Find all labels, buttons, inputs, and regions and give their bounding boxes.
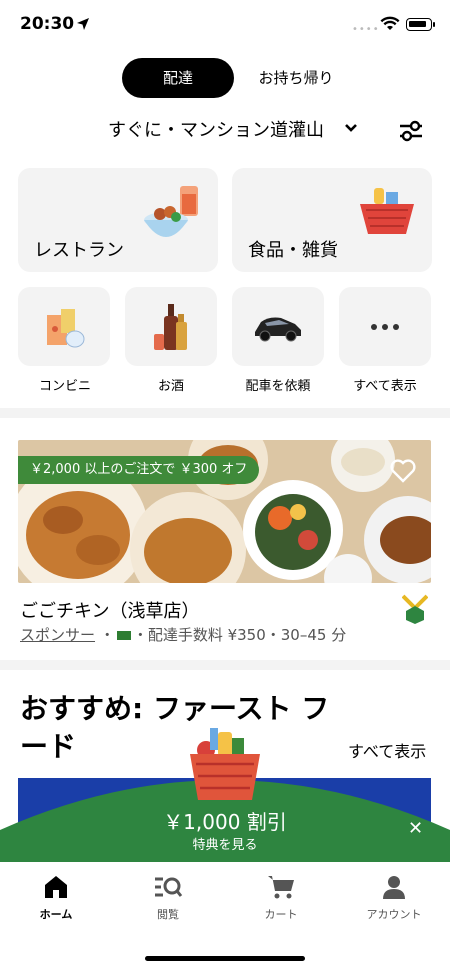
chevron-down-icon[interactable]	[344, 122, 358, 134]
delivery-tab[interactable]: 配達	[122, 58, 234, 98]
ticket-icon	[116, 631, 131, 640]
delivery-address[interactable]: すぐに・マンション道灌山	[108, 116, 324, 142]
section-divider	[0, 660, 450, 670]
see-all-link[interactable]: すべて表示	[348, 738, 426, 762]
status-time: 20:30	[20, 14, 75, 34]
home-indicator	[145, 956, 305, 961]
status-bar: 20:30 ••••	[0, 0, 450, 50]
tab-home-label: ホーム	[39, 908, 73, 921]
category-grocery-label: 食品・雑貨	[248, 240, 338, 261]
category-convenience-label: コンビニ	[38, 379, 91, 394]
alcohol-bottles-icon	[154, 303, 187, 350]
category-alcohol[interactable]	[125, 287, 217, 366]
category-ride[interactable]	[232, 287, 324, 366]
pickup-tab[interactable]: お持ち帰り	[240, 58, 352, 98]
tab-account-label: アカウント	[366, 908, 422, 921]
signal-icon: ••••	[352, 24, 380, 35]
category-see-all-label: すべて表示	[353, 379, 417, 394]
category-restaurant[interactable]: レストラン	[18, 168, 218, 272]
category-ride-label: 配車を依頼	[245, 379, 311, 394]
section-title: おすすめ: ファースト フード	[20, 692, 330, 763]
category-grocery[interactable]: 食品・雑貨	[232, 168, 432, 272]
browse-icon	[155, 877, 183, 897]
tab-browse-label: 閲覧	[157, 908, 179, 921]
store-name[interactable]: ごごチキン（浅草店）	[20, 597, 199, 623]
category-restaurant-label: レストラン	[34, 240, 124, 261]
section-divider	[0, 408, 450, 418]
car-icon	[255, 317, 301, 341]
tab-cart[interactable]: カート	[225, 872, 337, 922]
account-icon	[383, 876, 405, 899]
tab-cart-label: カート	[264, 908, 298, 921]
convenience-store-icon	[47, 308, 85, 347]
store-promo-badge: ￥2,000 以上のご注文で ￥300 オフ	[18, 456, 260, 484]
close-icon[interactable]: ✕	[408, 818, 423, 839]
category-alcohol-label: お酒	[157, 379, 184, 394]
cart-icon	[268, 876, 294, 899]
heart-icon[interactable]	[390, 459, 416, 483]
home-icon	[45, 876, 67, 898]
tab-home[interactable]: ホーム	[0, 872, 112, 922]
tab-account[interactable]: アカウント	[338, 872, 450, 922]
tab-browse[interactable]: 閲覧	[112, 872, 224, 922]
promo-amount: ￥1,000 割引	[163, 810, 287, 834]
grocery-basket-icon	[360, 188, 414, 234]
promo-subtitle[interactable]: 特典を見る	[0, 834, 450, 853]
category-convenience[interactable]	[18, 287, 110, 366]
store-delivery-info: ・配達手数料 ¥350・30–45 分	[132, 626, 347, 644]
category-see-all[interactable]	[339, 287, 431, 366]
promo-basket-icon	[190, 728, 260, 800]
wifi-icon	[380, 16, 400, 30]
battery-icon	[406, 18, 432, 31]
store-meta: スポンサー ・・配達手数料 ¥350・30–45 分	[20, 626, 347, 644]
store-logo-icon	[402, 594, 428, 624]
location-arrow-icon	[77, 18, 89, 30]
filter-icon[interactable]	[398, 118, 424, 144]
sponsor-link[interactable]: スポンサー	[20, 626, 95, 644]
restaurant-food-icon	[144, 186, 198, 237]
delivery-mode-toggle: 配達 お持ち帰り	[122, 58, 352, 98]
more-dots-icon	[371, 323, 399, 330]
